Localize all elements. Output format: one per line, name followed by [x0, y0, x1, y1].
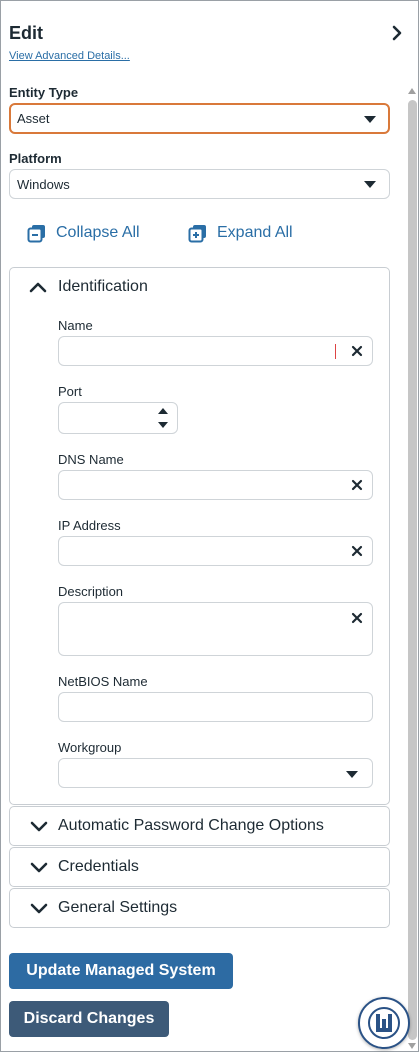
edit-panel: Edit View Advanced Details... Entity Typ…: [0, 0, 419, 1052]
section-title: Automatic Password Change Options: [58, 817, 324, 834]
scroll-up-arrow-icon[interactable]: [408, 88, 416, 94]
caret-down-icon: [364, 181, 376, 188]
clear-icon[interactable]: [350, 344, 364, 358]
description-label: Description: [58, 584, 124, 599]
chevron-right-icon[interactable]: [389, 25, 405, 41]
collapse-all-label: Collapse All: [56, 224, 140, 241]
platform-label: Platform: [9, 151, 62, 166]
discard-changes-button[interactable]: Discard Changes: [9, 1001, 169, 1037]
identification-title: Identification: [58, 278, 148, 295]
workgroup-label: Workgroup: [58, 740, 122, 755]
section-title: Credentials: [58, 858, 139, 875]
section-general-settings[interactable]: General Settings: [9, 888, 390, 928]
chevron-down-icon: [30, 903, 48, 914]
clear-icon[interactable]: [350, 544, 364, 558]
scroll-down-arrow-icon[interactable]: [408, 1043, 416, 1049]
dns-name-label: DNS Name: [58, 452, 124, 467]
chevron-down-icon: [30, 821, 48, 832]
description-textarea[interactable]: [58, 602, 373, 656]
expand-all-icon: [188, 225, 206, 243]
expand-all-button[interactable]: Expand All: [188, 223, 293, 243]
scrollbar-thumb[interactable]: [408, 100, 417, 1040]
logo-glyph: [368, 1007, 400, 1039]
chevron-up-icon: [29, 282, 47, 293]
entity-type-select[interactable]: Asset: [9, 103, 390, 134]
page-title: Edit: [9, 23, 43, 43]
collapse-all-button[interactable]: Collapse All: [27, 223, 140, 243]
platform-value: Windows: [17, 176, 70, 192]
beyondtrust-logo-icon[interactable]: [358, 997, 410, 1049]
name-label: Name: [58, 318, 93, 333]
workgroup-select[interactable]: [58, 758, 373, 788]
caret-down-icon: [364, 116, 376, 123]
clear-icon[interactable]: [350, 478, 364, 492]
ip-address-label: IP Address: [58, 518, 121, 533]
entity-type-value: Asset: [17, 111, 50, 126]
ip-address-field[interactable]: [58, 536, 373, 566]
dns-name-field[interactable]: [58, 470, 373, 500]
port-stepper[interactable]: [58, 402, 178, 434]
name-field[interactable]: [58, 336, 373, 366]
netbios-name-label: NetBIOS Name: [58, 674, 148, 689]
netbios-name-field[interactable]: [58, 692, 373, 722]
required-indicator: [335, 344, 336, 359]
caret-down-icon: [346, 771, 358, 778]
section-automatic-password-change[interactable]: Automatic Password Change Options: [9, 806, 390, 846]
port-label: Port: [58, 384, 82, 399]
update-managed-system-button[interactable]: Update Managed System: [9, 953, 233, 989]
platform-select[interactable]: Windows: [9, 169, 390, 199]
spinner-up-icon[interactable]: [157, 406, 169, 416]
chevron-down-icon: [30, 862, 48, 873]
clear-icon[interactable]: [350, 611, 364, 625]
expand-all-label: Expand All: [217, 224, 293, 241]
identification-header[interactable]: Identification: [29, 278, 148, 296]
section-title: General Settings: [58, 899, 178, 916]
entity-type-label: Entity Type: [9, 85, 79, 100]
collapse-all-icon: [27, 225, 45, 243]
view-advanced-details-link[interactable]: View Advanced Details...: [9, 50, 130, 62]
section-credentials[interactable]: Credentials: [9, 847, 390, 887]
spinner-down-icon[interactable]: [157, 420, 169, 430]
